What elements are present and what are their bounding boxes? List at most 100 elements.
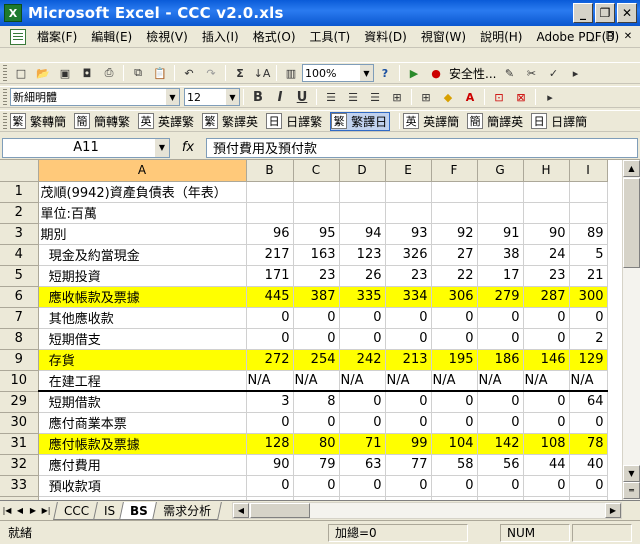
row-label-cell[interactable]: 應收帳款及票據 (38, 286, 247, 308)
value-cell[interactable]: 0 (339, 475, 386, 497)
value-cell[interactable] (431, 181, 478, 203)
value-cell[interactable]: 0 (339, 391, 386, 413)
row-header[interactable]: 2 (0, 202, 39, 224)
value-cell[interactable]: 0 (431, 328, 478, 350)
value-cell[interactable]: 195 (431, 349, 478, 371)
value-cell[interactable]: 217 (246, 244, 294, 266)
value-cell[interactable]: 0 (523, 307, 570, 329)
open-icon[interactable]: 📂 (33, 64, 53, 82)
align-left-icon[interactable]: ☰ (321, 88, 341, 106)
value-cell[interactable]: 186 (477, 349, 524, 371)
value-cell[interactable]: 0 (246, 328, 294, 350)
value-cell[interactable]: 23 (293, 265, 340, 287)
vertical-scroll-thumb[interactable] (623, 178, 640, 268)
value-cell[interactable] (293, 202, 340, 224)
value-cell[interactable] (246, 181, 294, 203)
value-cell[interactable]: N/A (385, 370, 432, 392)
row-label-cell[interactable]: 短期投資 (38, 265, 247, 287)
column-header-a[interactable]: A (38, 160, 247, 182)
permission-icon[interactable]: ◘ (77, 64, 97, 82)
menu-format[interactable]: 格式(O) (246, 28, 303, 45)
value-cell[interactable]: 89 (569, 223, 608, 245)
font-color-icon[interactable]: A (460, 88, 480, 106)
value-cell[interactable]: 254 (293, 349, 340, 371)
autosum-icon[interactable]: Σ (230, 64, 250, 82)
value-cell[interactable]: 21 (569, 265, 608, 287)
row-header[interactable]: 10 (0, 370, 39, 392)
chevron-down-icon[interactable]: ▼ (166, 89, 179, 105)
en-to-trad-button[interactable]: 英 英譯繁 (138, 113, 196, 130)
value-cell[interactable] (477, 202, 524, 224)
doc-minimize-button[interactable]: _ (584, 29, 600, 44)
toolbar-grip[interactable] (3, 89, 7, 105)
value-cell[interactable]: 78 (569, 433, 608, 455)
horizontal-scroll-thumb[interactable] (250, 503, 310, 518)
value-cell[interactable]: N/A (246, 370, 294, 392)
value-cell[interactable]: 0 (431, 475, 478, 497)
scroll-down-icon[interactable]: ▼ (623, 465, 640, 482)
value-cell[interactable]: 0 (523, 412, 570, 434)
value-cell[interactable]: 24 (523, 244, 570, 266)
value-cell[interactable]: 23 (385, 265, 432, 287)
row-label-cell[interactable]: 現金及約當現金 (38, 244, 247, 266)
value-cell[interactable]: 26 (339, 265, 386, 287)
menu-insert[interactable]: 插入(I) (195, 28, 246, 45)
select-all-corner[interactable] (0, 160, 39, 182)
value-cell[interactable]: 0 (477, 391, 524, 413)
row-label-cell[interactable]: 短期借支 (38, 328, 247, 350)
value-cell[interactable] (293, 181, 340, 203)
record-macro-icon[interactable]: ● (426, 64, 446, 82)
row-header[interactable]: 3 (0, 223, 39, 245)
toolbar-options-icon[interactable]: ▸ (540, 88, 560, 106)
menu-tools[interactable]: 工具(T) (303, 28, 358, 45)
pdf-convert-icon[interactable]: ⊡ (489, 88, 509, 106)
insert-function-icon[interactable]: fx (170, 140, 206, 155)
chart-wizard-icon[interactable]: ▥ (281, 64, 301, 82)
value-cell[interactable] (569, 181, 608, 203)
row-label-cell[interactable]: 單位:百萬 (38, 202, 247, 224)
value-cell[interactable]: 40 (569, 454, 608, 476)
visual-basic-icon[interactable]: ✓ (543, 64, 563, 82)
value-cell[interactable]: 171 (246, 265, 294, 287)
value-cell[interactable]: 142 (477, 433, 524, 455)
menu-file[interactable]: 檔案(F) (30, 28, 84, 45)
value-cell[interactable]: 0 (523, 328, 570, 350)
jp-to-trad-button[interactable]: 日 日譯繁 (266, 113, 324, 130)
value-cell[interactable]: 92 (431, 223, 478, 245)
toolbar-grip[interactable] (3, 65, 7, 81)
value-cell[interactable]: 2 (569, 328, 608, 350)
value-cell[interactable]: 0 (523, 391, 570, 413)
close-button[interactable]: ✕ (617, 3, 637, 23)
value-cell[interactable]: 17 (477, 265, 524, 287)
name-box[interactable]: A11 ▼ (2, 137, 170, 158)
underline-button[interactable]: U (292, 88, 312, 106)
row-label-cell[interactable]: 應付帳款及票據 (38, 433, 247, 455)
worksheet-grid[interactable]: ABCDEFGHI 1 茂順(9942)資產負債表（年表） 2 單位:百萬 3 期別 96 9… (0, 160, 622, 500)
merge-center-icon[interactable]: ⊞ (387, 88, 407, 106)
value-cell[interactable]: 22 (431, 265, 478, 287)
value-cell[interactable] (523, 202, 570, 224)
chevron-down-icon[interactable]: ▼ (155, 138, 169, 157)
value-cell[interactable]: 58 (431, 454, 478, 476)
toolbar-grip[interactable] (3, 113, 7, 129)
redo-icon[interactable]: ↷ (201, 64, 221, 82)
font-size-select[interactable]: 12 ▼ (184, 88, 240, 106)
row-label-cell[interactable]: 短期借款 (38, 391, 247, 413)
value-cell[interactable] (385, 181, 432, 203)
value-cell[interactable]: 90 (523, 223, 570, 245)
row-header[interactable]: 8 (0, 328, 39, 350)
value-cell[interactable]: 8 (293, 391, 340, 413)
value-cell[interactable]: 108 (523, 433, 570, 455)
value-cell[interactable]: 0 (569, 475, 608, 497)
value-cell[interactable]: 0 (385, 328, 432, 350)
value-cell[interactable]: 445 (246, 286, 294, 308)
value-cell[interactable] (339, 202, 386, 224)
value-cell[interactable] (477, 181, 524, 203)
value-cell[interactable] (569, 202, 608, 224)
value-cell[interactable]: 0 (293, 307, 340, 329)
chevron-down-icon[interactable]: ▼ (226, 89, 239, 105)
help-icon[interactable]: ? (375, 64, 395, 82)
vertical-scrollbar[interactable]: ▲ ▼ ═ (622, 160, 640, 500)
value-cell[interactable]: 0 (431, 307, 478, 329)
trad-to-en-button[interactable]: 繁 繁譯英 (202, 113, 260, 130)
